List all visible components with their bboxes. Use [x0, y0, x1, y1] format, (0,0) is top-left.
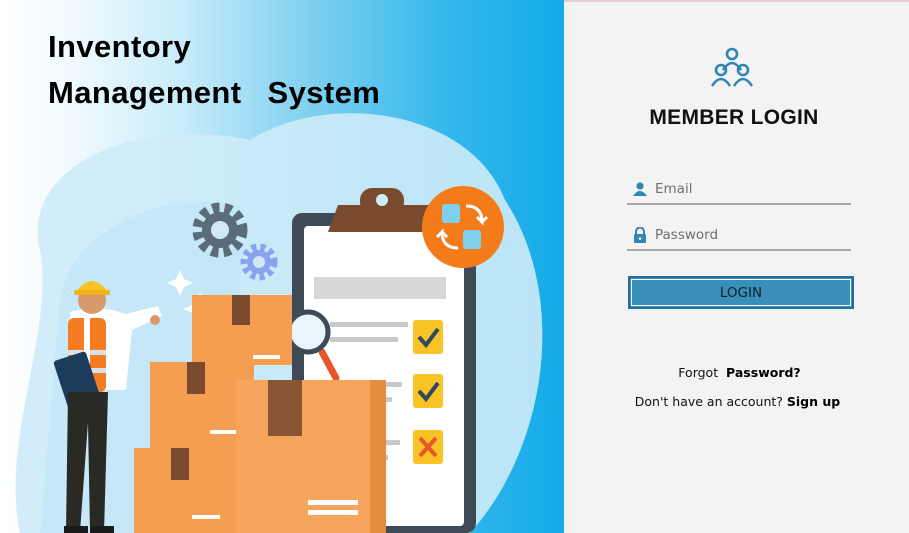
app-title-line2: Management System — [48, 75, 381, 110]
sync-badge-icon — [422, 186, 504, 268]
app-title-line1: Inventory — [48, 29, 192, 64]
login-button[interactable]: LOGIN — [628, 276, 854, 309]
hero-panel: Inventory Management System — [0, 0, 564, 533]
login-heading: MEMBER LOGIN — [649, 106, 819, 129]
forgot-password-row: Forgot Password? — [564, 365, 909, 380]
email-field — [627, 175, 851, 205]
gear-icon — [192, 202, 248, 258]
email-input[interactable] — [655, 177, 845, 201]
lock-icon — [634, 227, 646, 243]
signup-prefix: Don't have an account? — [634, 394, 783, 409]
password-input[interactable] — [655, 223, 845, 247]
signup-link[interactable]: Sign up — [787, 394, 840, 409]
signup-row: Don't have an account? Sign up — [564, 394, 909, 409]
users-icon — [710, 47, 754, 87]
forgot-password-link[interactable]: Password? — [726, 365, 801, 380]
user-icon — [633, 182, 647, 196]
forgot-prefix: Forgot — [678, 365, 719, 380]
password-field — [627, 221, 851, 251]
login-panel: MEMBER LOGIN LOGIN Forgot Password? Don'… — [564, 0, 909, 533]
app-title: Inventory Management System — [48, 24, 380, 116]
